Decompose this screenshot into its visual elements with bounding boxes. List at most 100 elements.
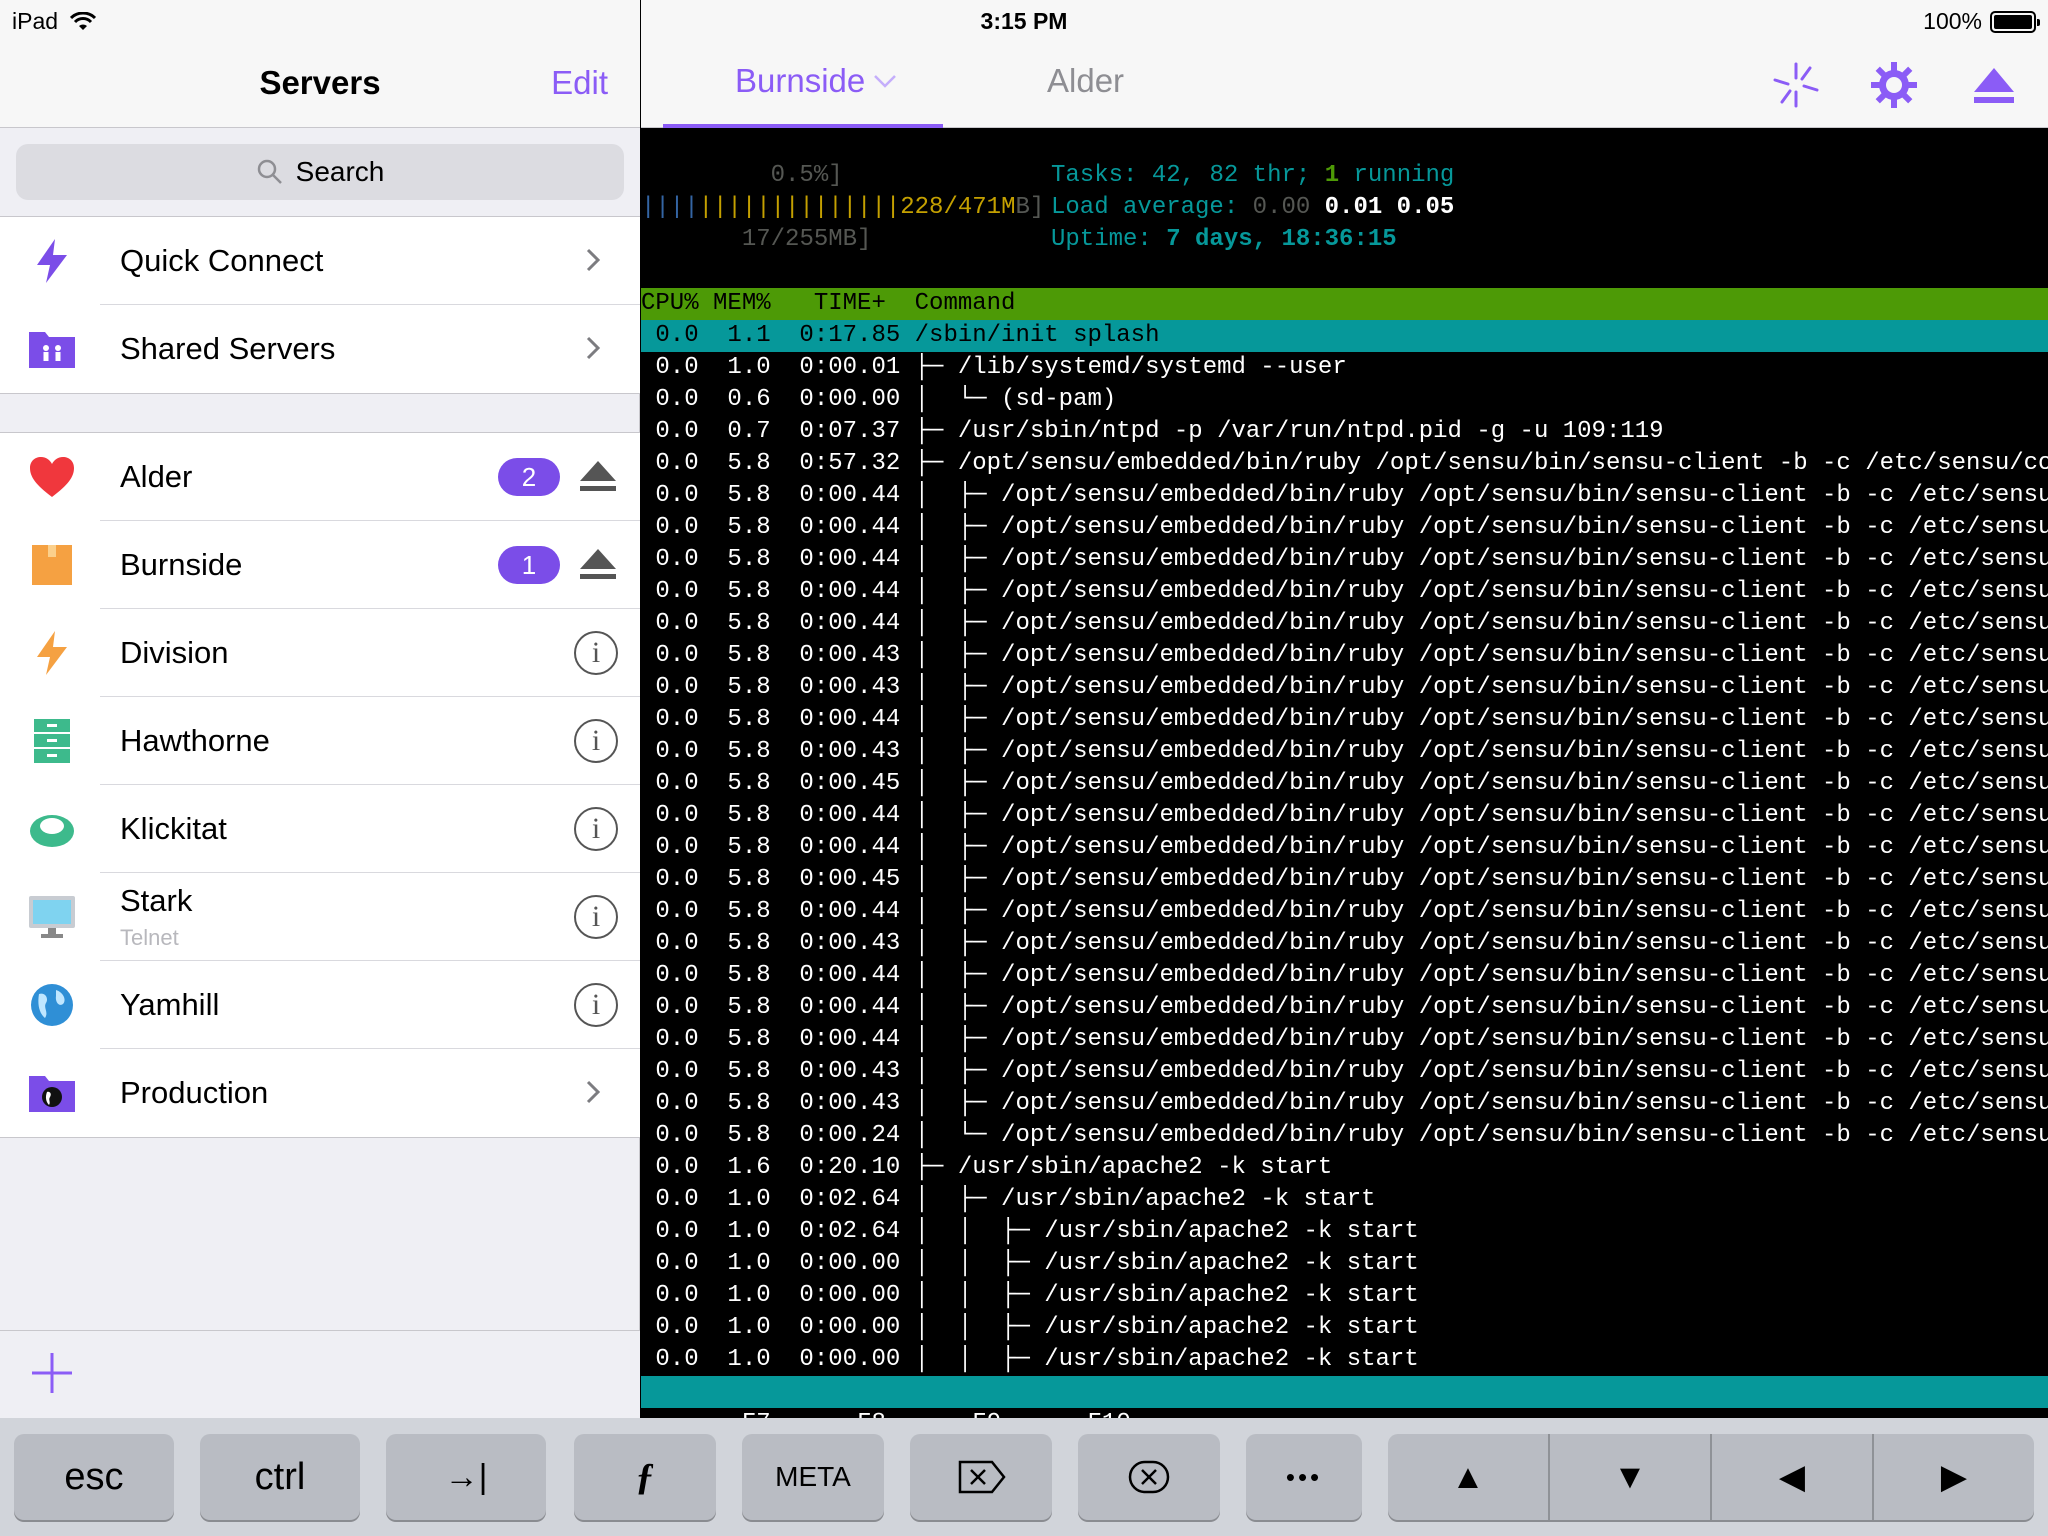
sidebar-toolbar bbox=[0, 1330, 640, 1418]
process-row[interactable]: 0.0 5.8 0:00.43 │ ├─ /opt/sensu/embedded… bbox=[641, 640, 2048, 672]
process-row[interactable]: 0.0 5.8 0:00.44 │ ├─ /opt/sensu/embedded… bbox=[641, 992, 2048, 1024]
sidebar-item-quick-connect[interactable]: Quick Connect bbox=[0, 217, 640, 305]
info-icon[interactable]: i bbox=[574, 983, 618, 1027]
sidebar-item-shared-servers[interactable]: Shared Servers bbox=[0, 305, 640, 393]
search-input[interactable]: Search bbox=[16, 144, 624, 200]
session-count-badge: 1 bbox=[498, 546, 560, 584]
eject-icon[interactable] bbox=[578, 459, 618, 493]
tab-key[interactable]: →| bbox=[386, 1434, 546, 1520]
process-row[interactable]: 0.0 5.8 0:00.43 │ ├─ /opt/sensu/embedded… bbox=[641, 1088, 2048, 1120]
server-label: Burnside bbox=[120, 547, 243, 582]
process-row[interactable]: 0.0 5.8 0:00.44 │ ├─ /opt/sensu/embedded… bbox=[641, 800, 2048, 832]
server-row-klickitat[interactable]: Klickitat i bbox=[0, 785, 640, 873]
up-arrow-key[interactable]: ▲ bbox=[1388, 1434, 1548, 1520]
sidebar-title: Servers bbox=[259, 64, 381, 101]
server-row-yamhill[interactable]: Yamhill i bbox=[0, 961, 640, 1049]
process-row[interactable]: 0.0 5.8 0:00.44 │ ├─ /opt/sensu/embedded… bbox=[641, 832, 2048, 864]
process-row[interactable]: 0.0 5.8 0:00.43 │ ├─ /opt/sensu/embedded… bbox=[641, 736, 2048, 768]
selected-process-row[interactable]: 0.0 1.1 0:17.85 /sbin/init splash bbox=[641, 320, 2048, 352]
tasks-line: Tasks: 42, 82 thr; 1 running bbox=[1051, 162, 1455, 189]
chevron-down-icon bbox=[874, 75, 897, 88]
gear-icon[interactable] bbox=[1869, 60, 1919, 110]
left-arrow-key[interactable]: ◀ bbox=[1712, 1434, 1872, 1520]
process-row[interactable]: 0.0 5.8 0:00.44 │ ├─ /opt/sensu/embedded… bbox=[641, 704, 2048, 736]
process-row[interactable]: 0.0 1.0 0:00.00 │ │ ├─ /usr/sbin/apache2… bbox=[641, 1312, 2048, 1344]
terminal-view[interactable]: 0.5%] ||||||||||||||||||228/471MB] 17/25… bbox=[641, 128, 2048, 1418]
server-label: Stark bbox=[120, 883, 193, 918]
process-row[interactable]: 0.0 1.0 0:02.64 │ ├─ /usr/sbin/apache2 -… bbox=[641, 1184, 2048, 1216]
server-row-hawthorne[interactable]: Hawthorne i bbox=[0, 697, 640, 785]
search-area: Search bbox=[0, 128, 640, 216]
tab-alder[interactable]: Alder bbox=[1047, 62, 1124, 100]
edit-button[interactable]: Edit bbox=[551, 64, 608, 102]
box-icon bbox=[24, 541, 80, 589]
process-row[interactable]: 0.0 5.8 0:00.45 │ ├─ /opt/sensu/embedded… bbox=[641, 768, 2048, 800]
process-row[interactable]: 0.0 5.8 0:57.32 ├─ /opt/sensu/embedded/b… bbox=[641, 448, 2048, 480]
bolt-icon bbox=[24, 629, 80, 677]
process-row[interactable]: 0.0 5.8 0:00.44 │ ├─ /opt/sensu/embedded… bbox=[641, 544, 2048, 576]
process-row[interactable]: 0.0 1.0 0:00.01 ├─ /lib/systemd/systemd … bbox=[641, 352, 2048, 384]
process-row[interactable]: 0.0 0.6 0:00.00 │ └─ (sd-pam) bbox=[641, 384, 2048, 416]
function-key[interactable]: ƒ bbox=[574, 1434, 716, 1520]
process-row[interactable]: 0.0 5.8 0:00.44 │ ├─ /opt/sensu/embedded… bbox=[641, 480, 2048, 512]
item-label: Quick Connect bbox=[120, 243, 324, 278]
process-row[interactable]: 0.0 5.8 0:00.24 │ └─ /opt/sensu/embedded… bbox=[641, 1120, 2048, 1152]
tab-burnside[interactable]: Burnside bbox=[735, 62, 897, 100]
eject-icon[interactable] bbox=[578, 547, 618, 581]
server-row-stark[interactable]: Stark Telnet i bbox=[0, 873, 640, 961]
process-row[interactable]: 0.0 5.8 0:00.45 │ ├─ /opt/sensu/embedded… bbox=[641, 864, 2048, 896]
server-row-production[interactable]: Production bbox=[0, 1049, 640, 1137]
search-icon bbox=[257, 159, 282, 184]
process-row[interactable]: 0.0 1.0 0:00.00 │ │ ├─ /usr/sbin/apache2… bbox=[641, 1344, 2048, 1376]
server-row-alder[interactable]: Alder 2 bbox=[0, 433, 640, 521]
right-arrow-key[interactable]: ▶ bbox=[1874, 1434, 2034, 1520]
process-row[interactable]: 0.0 5.8 0:00.43 │ ├─ /opt/sensu/embedded… bbox=[641, 672, 2048, 704]
process-row[interactable]: 0.0 1.0 0:00.00 │ │ ├─ /usr/sbin/apache2… bbox=[641, 1280, 2048, 1312]
load-average-line: Load average: 0.00 0.01 0.05 bbox=[1051, 194, 1455, 221]
process-row[interactable]: 0.0 5.8 0:00.44 │ ├─ /opt/sensu/embedded… bbox=[641, 576, 2048, 608]
info-icon[interactable]: i bbox=[574, 895, 618, 939]
server-label: Yamhill bbox=[120, 987, 220, 1022]
process-row[interactable]: 0.0 5.8 0:00.44 │ ├─ /opt/sensu/embedded… bbox=[641, 960, 2048, 992]
server-label: Hawthorne bbox=[120, 723, 270, 758]
info-icon[interactable]: i bbox=[574, 807, 618, 851]
fkey-label: Nice + bbox=[886, 1410, 972, 1418]
process-row[interactable]: 0.0 5.8 0:00.43 │ ├─ /opt/sensu/embedded… bbox=[641, 1056, 2048, 1088]
process-row[interactable]: 0.0 1.6 0:20.10 ├─ /usr/sbin/apache2 -k … bbox=[641, 1152, 2048, 1184]
info-icon[interactable]: i bbox=[574, 719, 618, 763]
eject-icon[interactable] bbox=[1969, 60, 2019, 110]
meter-line-mem: ||||||||||||||||||228/471MB] bbox=[641, 194, 1045, 221]
fkey-f7[interactable]: F7 bbox=[741, 1410, 771, 1418]
info-icon[interactable]: i bbox=[574, 631, 618, 675]
fkey-f10[interactable]: F10 bbox=[1087, 1410, 1131, 1418]
sparkle-icon[interactable] bbox=[1771, 60, 1821, 110]
process-row[interactable]: 0.0 5.8 0:00.44 │ ├─ /opt/sensu/embedded… bbox=[641, 512, 2048, 544]
process-row[interactable]: 0.0 5.8 0:00.44 │ ├─ /opt/sensu/embedded… bbox=[641, 608, 2048, 640]
more-keys-button[interactable]: ••• bbox=[1246, 1434, 1362, 1520]
process-table-header[interactable]: CPU% MEM% TIME+ Command bbox=[641, 288, 2048, 320]
fkey-f8[interactable]: F8 bbox=[857, 1410, 886, 1418]
process-row[interactable]: 0.0 1.0 0:02.64 │ │ ├─ /usr/sbin/apache2… bbox=[641, 1216, 2048, 1248]
process-row[interactable]: 0.0 5.8 0:00.44 │ ├─ /opt/sensu/embedded… bbox=[641, 1024, 2048, 1056]
server-row-division[interactable]: Division i bbox=[0, 609, 640, 697]
clear-key[interactable] bbox=[1078, 1434, 1220, 1520]
monitor-icon bbox=[24, 893, 80, 941]
fkey-f9[interactable]: F9 bbox=[972, 1410, 1002, 1418]
process-row[interactable]: 0.0 5.8 0:00.44 │ ├─ /opt/sensu/embedded… bbox=[641, 896, 2048, 928]
add-server-icon[interactable] bbox=[30, 1351, 74, 1395]
down-arrow-key[interactable]: ▼ bbox=[1550, 1434, 1710, 1520]
meta-key[interactable]: META bbox=[742, 1434, 884, 1520]
function-key-bar[interactable]: LapF7Nice -F8Nice +F9Kill F10Quit bbox=[641, 1376, 2048, 1418]
ctrl-key[interactable]: ctrl bbox=[200, 1434, 360, 1520]
session-count-badge: 2 bbox=[498, 458, 560, 496]
server-row-burnside[interactable]: Burnside 1 bbox=[0, 521, 640, 609]
esc-key[interactable]: esc bbox=[14, 1434, 174, 1520]
folder-globe-icon bbox=[24, 1069, 80, 1117]
chevron-right-icon bbox=[586, 1080, 601, 1104]
globe-icon bbox=[24, 981, 80, 1029]
meter-line-swap: 17/255MB] bbox=[741, 226, 872, 253]
process-row[interactable]: 0.0 5.8 0:00.43 │ ├─ /opt/sensu/embedded… bbox=[641, 928, 2048, 960]
delete-forward-key[interactable] bbox=[910, 1434, 1052, 1520]
process-row[interactable]: 0.0 0.7 0:07.37 ├─ /usr/sbin/ntpd -p /va… bbox=[641, 416, 2048, 448]
process-row[interactable]: 0.0 1.0 0:00.00 │ │ ├─ /usr/sbin/apache2… bbox=[641, 1248, 2048, 1280]
